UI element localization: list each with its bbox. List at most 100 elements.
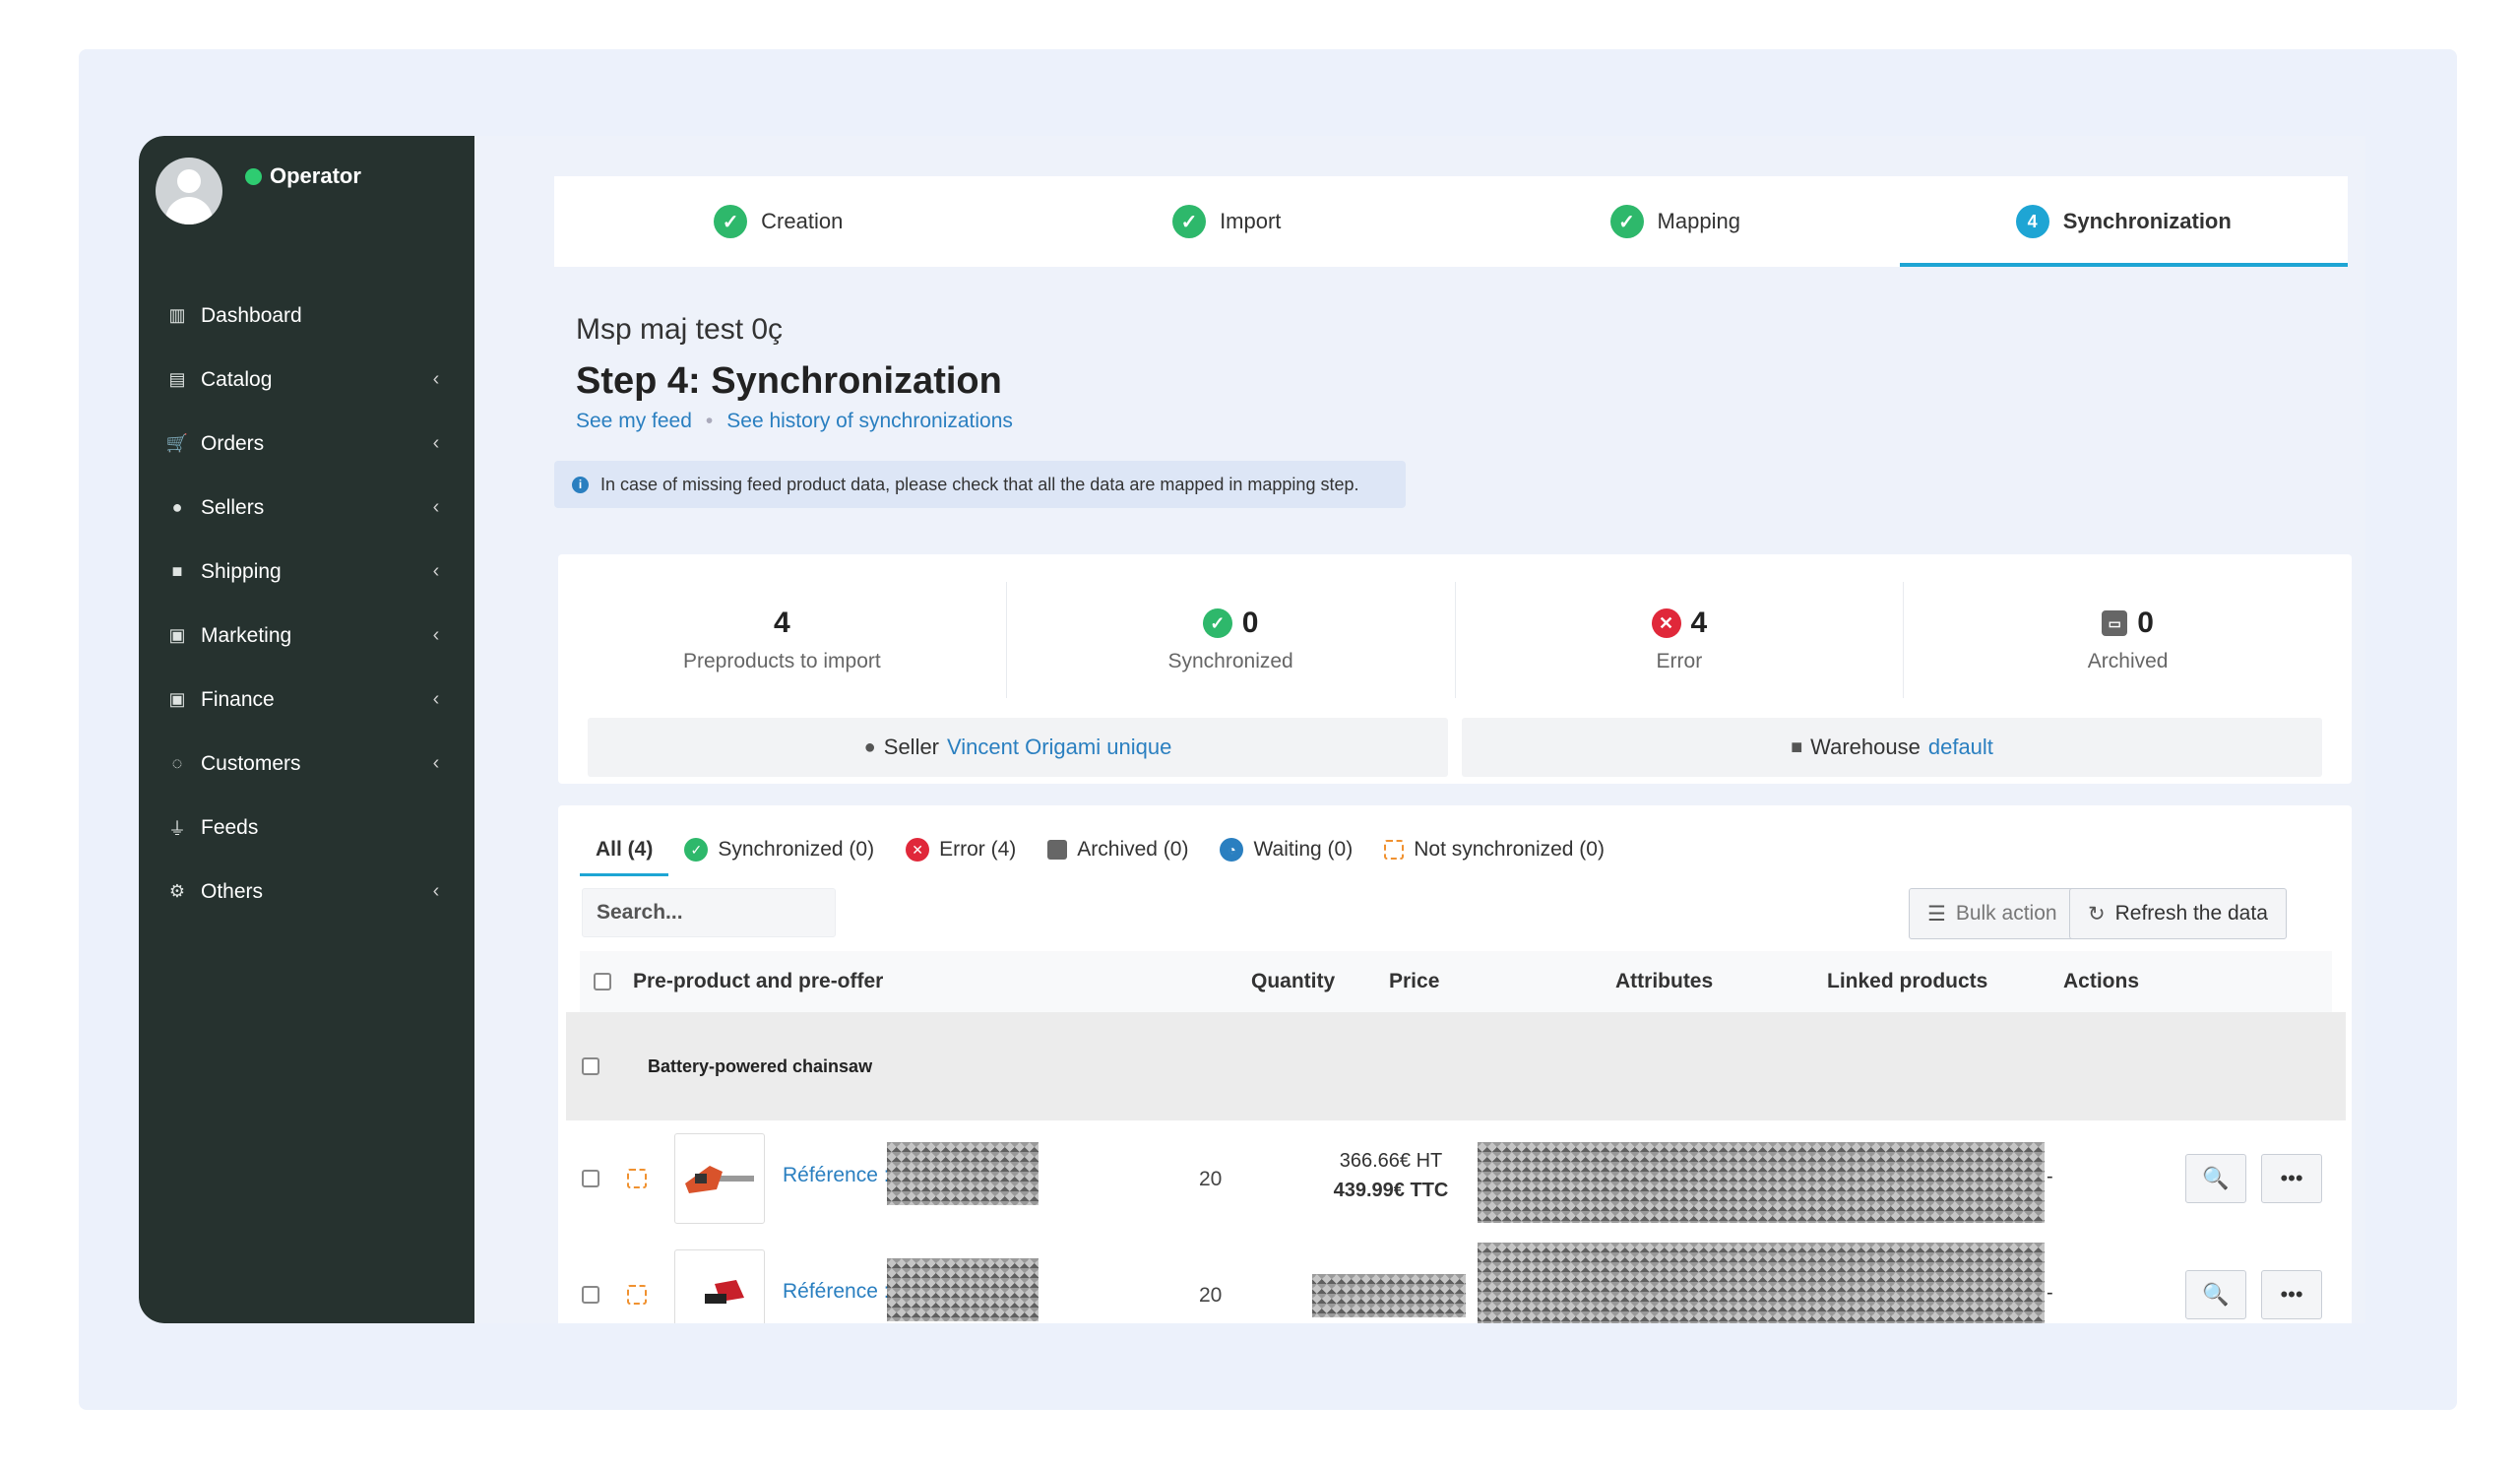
page-links: See my feed • See history of synchronizati… (576, 410, 1013, 433)
chevron-left-icon: ‹ (432, 432, 440, 454)
sidebar-item-shipping[interactable]: ■ Shipping ‹ (139, 540, 474, 604)
tab-all[interactable]: All (4) (580, 825, 669, 876)
dashed-square-icon (627, 1285, 647, 1305)
refresh-button[interactable]: ↻ Refresh the data (2069, 888, 2287, 939)
book-icon: ▤ (168, 369, 186, 389)
dashed-square-icon (627, 1169, 647, 1188)
dashed-square-icon (1384, 840, 1405, 860)
stat-value: 4 (774, 607, 790, 640)
avatar[interactable] (156, 158, 222, 224)
step-mapping[interactable]: ✓ Mapping (1451, 176, 1900, 267)
warehouse-link[interactable]: default (1928, 735, 1993, 760)
see-feed-link[interactable]: See my feed (576, 410, 692, 432)
tab-waiting[interactable]: ◔ Waiting (0) (1204, 825, 1368, 874)
view-button[interactable]: 🔍 (2185, 1270, 2246, 1319)
table-row: Référence : 20 - 🔍 ••• (566, 1237, 2346, 1323)
stat-label: Preproducts to import (682, 650, 881, 672)
error-icon: ✕ (1651, 608, 1681, 638)
cart-icon: 🛒 (165, 433, 189, 453)
redacted-attributes (1478, 1142, 2045, 1223)
main-content: ✓ Creation ✓ Import ✓ Mapping 4 Synchronizat… (474, 136, 2365, 1323)
step-label: Synchronization (2062, 209, 2232, 233)
step-creation[interactable]: ✓ Creation (554, 176, 1003, 267)
user-role: Operator (270, 163, 361, 188)
check-icon: ✓ (1202, 608, 1232, 638)
ellipsis-icon: ••• (2280, 1282, 2303, 1307)
online-status-icon (245, 167, 262, 185)
stat-value: ▭ 0 (2102, 607, 2154, 640)
select-all-checkbox[interactable] (594, 973, 611, 991)
sidebar-item-finance[interactable]: ▣ Finance ‹ (139, 668, 474, 732)
step-synchronization[interactable]: 4 Synchronization (1899, 176, 2349, 267)
clock-icon: ◔ (1220, 838, 1244, 862)
price-cell: 366.66€ HT 439.99€ TTC (1312, 1146, 1470, 1205)
see-history-link[interactable]: See history of synchronizations (726, 410, 1013, 432)
sidebar-item-catalog[interactable]: ▤ Catalog ‹ (139, 348, 474, 412)
tab-not-synchronized[interactable]: Not synchronized (0) (1368, 825, 1620, 874)
chevron-left-icon: ‹ (432, 368, 440, 390)
ellipsis-icon: ••• (2280, 1166, 2303, 1190)
step-import[interactable]: ✓ Import (1003, 176, 1452, 267)
archive-icon: ▭ (2102, 610, 2128, 636)
sidebar-item-customers[interactable]: ◌ Customers ‹ (139, 732, 474, 796)
stat-value: ✓ 0 (1202, 607, 1259, 640)
money-icon: ▣ (168, 689, 186, 709)
sidebar-item-feeds[interactable]: ⏚ Feeds (139, 796, 474, 860)
redacted-reference (887, 1142, 1039, 1205)
linked-products-empty: - (2047, 1166, 2053, 1187)
reference-link[interactable]: Référence : (783, 1164, 890, 1187)
chat-icon: ◌ (171, 753, 183, 773)
tab-label: All (4) (596, 838, 654, 861)
sidebar-item-label: Others (201, 879, 264, 903)
tab-label: Synchronized (0) (718, 838, 875, 861)
stat-number: 0 (1241, 607, 1259, 639)
tab-error[interactable]: ✕ Error (4) (890, 825, 1032, 874)
search-icon: 🔍 (2202, 1282, 2230, 1307)
column-quantity: Quantity (1251, 970, 1336, 992)
product-thumbnail[interactable] (674, 1133, 765, 1224)
sidebar-item-marketing[interactable]: ▣ Marketing ‹ (139, 604, 474, 668)
view-button[interactable]: 🔍 (2185, 1154, 2246, 1203)
page-title: Step 4: Synchronization (576, 360, 1002, 402)
column-attributes: Attributes (1615, 970, 1714, 992)
list-icon: ☰ (1927, 902, 1946, 926)
price-ht: 366.66€ HT (1339, 1150, 1443, 1172)
stat-synchronized: ✓ 0 Synchronized (1007, 582, 1456, 698)
gears-icon: ⚙ (168, 881, 186, 901)
sidebar-item-sellers[interactable]: ● Sellers ‹ (139, 476, 474, 540)
row-checkbox[interactable] (582, 1170, 599, 1187)
tab-archived[interactable]: Archived (0) (1032, 825, 1204, 874)
group-checkbox[interactable] (582, 1057, 599, 1075)
search-input[interactable] (582, 888, 836, 937)
quantity-value: 20 (1199, 1284, 1223, 1307)
step-label: Import (1220, 209, 1282, 233)
step-label: Mapping (1657, 209, 1740, 233)
seller-link[interactable]: Vincent Origami unique (947, 735, 1171, 760)
more-actions-button[interactable]: ••• (2261, 1154, 2322, 1203)
truck-icon: ■ (1791, 735, 1803, 758)
sidebar-item-label: Orders (201, 431, 265, 455)
sidebar-item-dashboard[interactable]: ▥ Dashboard (139, 284, 474, 348)
refresh-icon: ↻ (2088, 902, 2106, 926)
product-thumbnail[interactable] (674, 1249, 765, 1323)
column-price: Price (1389, 970, 1440, 992)
stat-error: ✕ 4 Error (1456, 582, 1905, 698)
reference-link[interactable]: Référence : (783, 1280, 890, 1304)
tab-synchronized[interactable]: ✓ Synchronized (0) (668, 825, 890, 874)
chevron-left-icon: ‹ (432, 496, 440, 518)
sidebar-item-others[interactable]: ⚙ Others ‹ (139, 860, 474, 924)
warehouse-box: ■ Warehouse default (1462, 718, 2322, 777)
info-text: In case of missing feed product data, pl… (600, 474, 1359, 494)
sidebar-item-orders[interactable]: 🛒 Orders ‹ (139, 412, 474, 476)
seller-box: ● Seller Vincent Origami unique (588, 718, 1448, 777)
link-separator: • (705, 410, 714, 432)
row-checkbox[interactable] (582, 1286, 599, 1304)
check-icon: ✓ (1609, 205, 1644, 238)
stat-archived: ▭ 0 Archived (1904, 582, 2352, 698)
search-icon: 🔍 (2202, 1166, 2230, 1190)
bulk-action-button[interactable]: ☰ Bulk action (1909, 888, 2076, 939)
check-icon: ✓ (684, 838, 709, 862)
money-icon: ▣ (168, 625, 186, 645)
column-product: Pre-product and pre-offer (633, 970, 884, 992)
more-actions-button[interactable]: ••• (2261, 1270, 2322, 1319)
